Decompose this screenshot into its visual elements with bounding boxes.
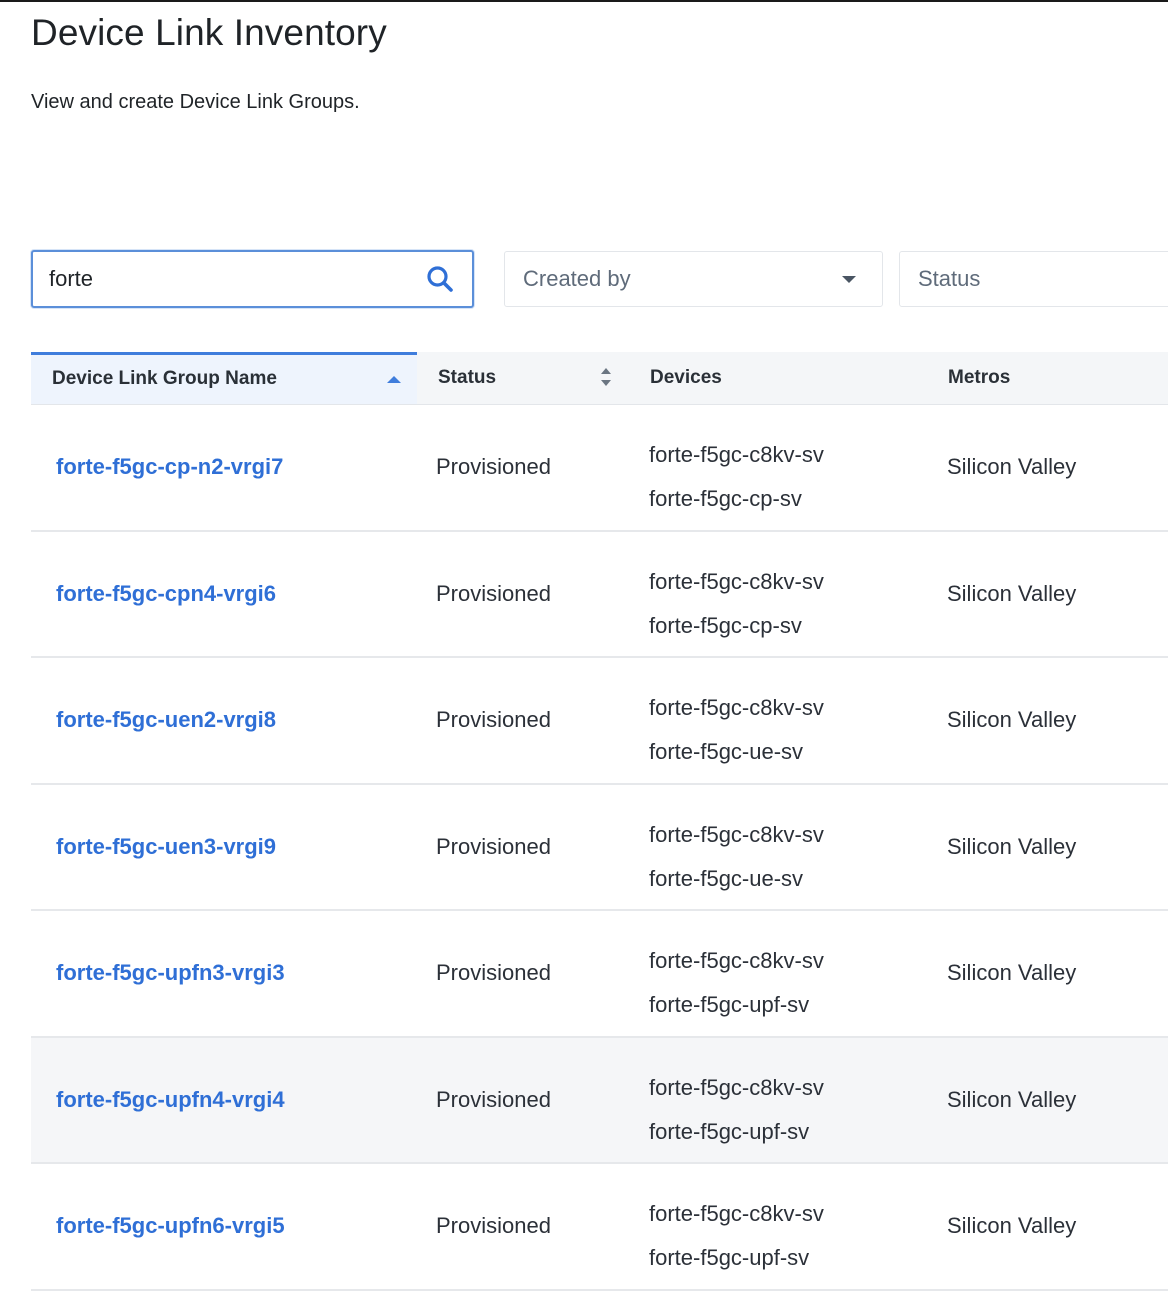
group-name-link[interactable]: forte-f5gc-upfn3-vrgi3: [56, 911, 285, 1036]
status-cell: Provisioned: [436, 833, 551, 859]
metro-cell: Silicon Valley: [947, 580, 1077, 606]
metro-cell: Silicon Valley: [947, 707, 1077, 733]
group-name-link[interactable]: forte-f5gc-uen3-vrgi9: [56, 785, 276, 910]
device-name: forte-f5gc-c8kv-sv: [649, 695, 824, 720]
devices-cell: forte-f5gc-c8kv-sv forte-f5gc-upf-sv: [649, 939, 824, 1027]
page-title: Device Link Inventory: [31, 12, 387, 53]
device-name: forte-f5gc-c8kv-sv: [649, 1201, 824, 1226]
status-cell: Provisioned: [436, 454, 551, 480]
metro-cell: Silicon Valley: [947, 833, 1077, 859]
group-name-link[interactable]: forte-f5gc-upfn4-vrgi4: [56, 1038, 285, 1163]
devices-cell: forte-f5gc-c8kv-sv forte-f5gc-ue-sv: [649, 686, 824, 774]
metro-cell: Silicon Valley: [947, 454, 1077, 480]
table-row[interactable]: forte-f5gc-upfn6-vrgi5 Provisioned forte-f…: [31, 1164, 1168, 1291]
column-header-name[interactable]: Device Link Group Name: [31, 352, 417, 404]
devices-cell: forte-f5gc-c8kv-sv forte-f5gc-upf-sv: [649, 1066, 824, 1154]
device-name: forte-f5gc-cp-sv: [649, 612, 802, 638]
device-name: forte-f5gc-ue-sv: [649, 865, 804, 891]
created-by-label: Created by: [523, 266, 631, 291]
page-subtitle: View and create Device Link Groups.: [31, 91, 360, 113]
column-header-status-label: Status: [438, 367, 497, 388]
table-row[interactable]: forte-f5gc-uen3-vrgi9 Provisioned forte-f5…: [31, 784, 1168, 911]
table-row[interactable]: forte-f5gc-uen2-vrgi8 Provisioned forte-f5…: [31, 658, 1168, 785]
table-row[interactable]: forte-f5gc-cpn4-vrgi6 Provisioned forte-f5…: [31, 531, 1168, 658]
device-link-table: Device Link Group Name Status Devices Me…: [31, 352, 1168, 1291]
devices-cell: forte-f5gc-c8kv-sv forte-f5gc-cp-sv: [649, 433, 824, 521]
column-header-metros-label: Metros: [948, 367, 1011, 388]
table-row[interactable]: forte-f5gc-cp-n2-vrgi7 Provisioned forte-f…: [31, 405, 1168, 532]
sort-ascending-icon: [387, 376, 401, 383]
table-row[interactable]: forte-f5gc-upfn3-vrgi3 Provisioned forte-f…: [31, 911, 1168, 1038]
group-name-link[interactable]: forte-f5gc-cp-n2-vrgi7: [56, 405, 283, 530]
status-cell: Provisioned: [436, 1213, 551, 1239]
device-name: forte-f5gc-upf-sv: [649, 1118, 810, 1144]
chevron-down-icon: [842, 276, 856, 283]
devices-cell: forte-f5gc-c8kv-sv forte-f5gc-ue-sv: [649, 813, 824, 901]
table-body: forte-f5gc-cp-n2-vrgi7 Provisioned forte-f…: [31, 405, 1168, 1291]
device-name: forte-f5gc-c8kv-sv: [649, 442, 824, 467]
devices-cell: forte-f5gc-c8kv-sv forte-f5gc-upf-sv: [649, 1192, 824, 1280]
status-cell: Provisioned: [436, 580, 551, 606]
table-row[interactable]: forte-f5gc-upfn4-vrgi4 Provisioned forte-f…: [31, 1037, 1168, 1164]
status-cell: Provisioned: [436, 707, 551, 733]
table-header: Device Link Group Name Status Devices Me…: [31, 352, 1168, 405]
status-filter-label: Status: [918, 266, 981, 291]
device-name: forte-f5gc-c8kv-sv: [649, 1074, 824, 1100]
devices-cell: forte-f5gc-c8kv-sv forte-f5gc-cp-sv: [649, 560, 824, 648]
top-border: [0, 0, 1168, 2]
metro-cell: Silicon Valley: [947, 1213, 1077, 1239]
device-name: forte-f5gc-ue-sv: [649, 739, 804, 764]
device-name: forte-f5gc-c8kv-sv: [649, 568, 824, 594]
group-name-link[interactable]: forte-f5gc-cpn4-vrgi6: [56, 532, 276, 657]
device-name: forte-f5gc-cp-sv: [649, 486, 802, 511]
group-name-link[interactable]: forte-f5gc-uen2-vrgi8: [56, 658, 276, 783]
column-header-devices: Devices: [629, 352, 927, 404]
group-name-link[interactable]: forte-f5gc-upfn6-vrgi5: [56, 1164, 285, 1289]
column-header-status[interactable]: Status: [417, 352, 629, 404]
search-icon[interactable]: [426, 265, 454, 293]
sort-toggle-icon[interactable]: [600, 368, 612, 390]
device-name: forte-f5gc-c8kv-sv: [649, 948, 824, 973]
column-header-devices-label: Devices: [650, 367, 722, 388]
column-header-name-label: Device Link Group Name: [52, 368, 277, 389]
created-by-dropdown[interactable]: Created by: [504, 251, 883, 307]
device-name: forte-f5gc-upf-sv: [649, 992, 810, 1017]
metro-cell: Silicon Valley: [947, 1086, 1077, 1112]
status-cell: Provisioned: [436, 1086, 551, 1112]
device-name: forte-f5gc-c8kv-sv: [649, 821, 824, 847]
search-input[interactable]: [49, 252, 419, 306]
metro-cell: Silicon Valley: [947, 960, 1077, 986]
column-header-metros: Metros: [927, 352, 1168, 404]
status-dropdown[interactable]: Status: [899, 251, 1168, 307]
device-name: forte-f5gc-upf-sv: [649, 1245, 810, 1270]
status-cell: Provisioned: [436, 960, 551, 986]
search-box[interactable]: [31, 250, 474, 308]
